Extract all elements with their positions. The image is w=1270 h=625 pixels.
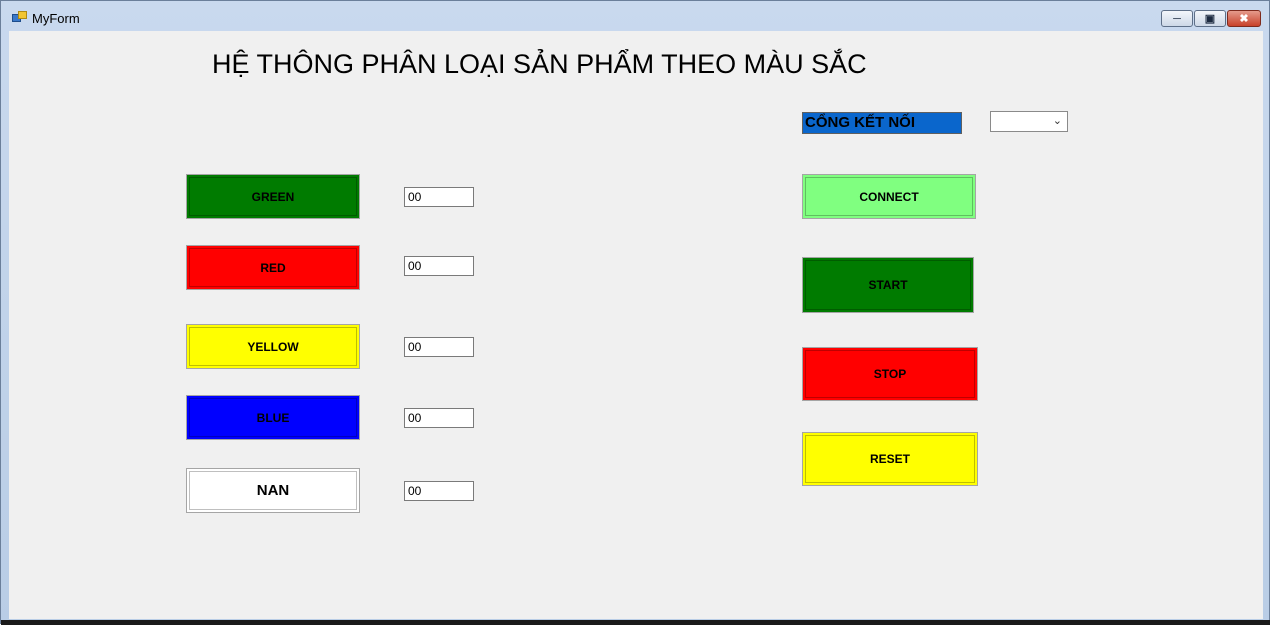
- stop-button-label: STOP: [873, 367, 907, 381]
- app-form-icon: [12, 11, 27, 23]
- maximize-button[interactable]: ▣: [1194, 10, 1226, 27]
- green-button-label: GREEN: [251, 189, 295, 204]
- yellow-count-field[interactable]: 00: [404, 337, 474, 357]
- blue-button-label: BLUE: [256, 410, 290, 425]
- close-icon: ✖: [1239, 13, 1249, 25]
- connect-button-label: CONNECT: [859, 189, 919, 204]
- page-title: HỆ THÔNG PHÂN LOẠI SẢN PHẨM THEO MÀU SẮC: [212, 49, 867, 79]
- bottom-border: [1, 620, 1270, 625]
- connect-button[interactable]: CONNECT: [802, 174, 976, 219]
- window-title: MyForm: [32, 11, 80, 26]
- blue-button[interactable]: BLUE: [186, 395, 360, 440]
- reset-button-label: RESET: [869, 452, 910, 466]
- start-button[interactable]: START: [802, 257, 974, 313]
- red-button[interactable]: RED: [186, 245, 360, 290]
- stop-button[interactable]: STOP: [802, 347, 978, 401]
- red-count-field[interactable]: 00: [404, 256, 474, 276]
- yellow-button-label: YELLOW: [247, 339, 299, 354]
- blue-count-field[interactable]: 00: [404, 408, 474, 428]
- minimize-icon: ─: [1173, 12, 1181, 25]
- chevron-down-icon: ⌄: [1052, 115, 1062, 127]
- reset-button[interactable]: RESET: [802, 432, 978, 486]
- minimize-button[interactable]: ─: [1161, 10, 1193, 27]
- green-button[interactable]: GREEN: [186, 174, 360, 219]
- port-label: CỔNG KẾT NỐI: [802, 112, 962, 134]
- title-bar[interactable]: MyForm ─ ▣ ✖: [1, 1, 1269, 31]
- close-button[interactable]: ✖: [1227, 10, 1261, 27]
- yellow-button[interactable]: YELLOW: [186, 324, 360, 369]
- start-button-label: START: [868, 278, 908, 292]
- app-window: MyForm ─ ▣ ✖ HỆ THÔNG PHÂN LOẠI SẢN PHẨM…: [0, 0, 1270, 625]
- maximize-icon: ▣: [1204, 13, 1216, 25]
- nan-button-label: NAN: [256, 482, 290, 499]
- red-button-label: RED: [260, 260, 286, 275]
- green-count-field[interactable]: 00: [404, 187, 474, 207]
- nan-button[interactable]: NAN: [186, 468, 360, 513]
- nan-count-field[interactable]: 00: [404, 481, 474, 501]
- port-select[interactable]: ⌄: [990, 111, 1068, 132]
